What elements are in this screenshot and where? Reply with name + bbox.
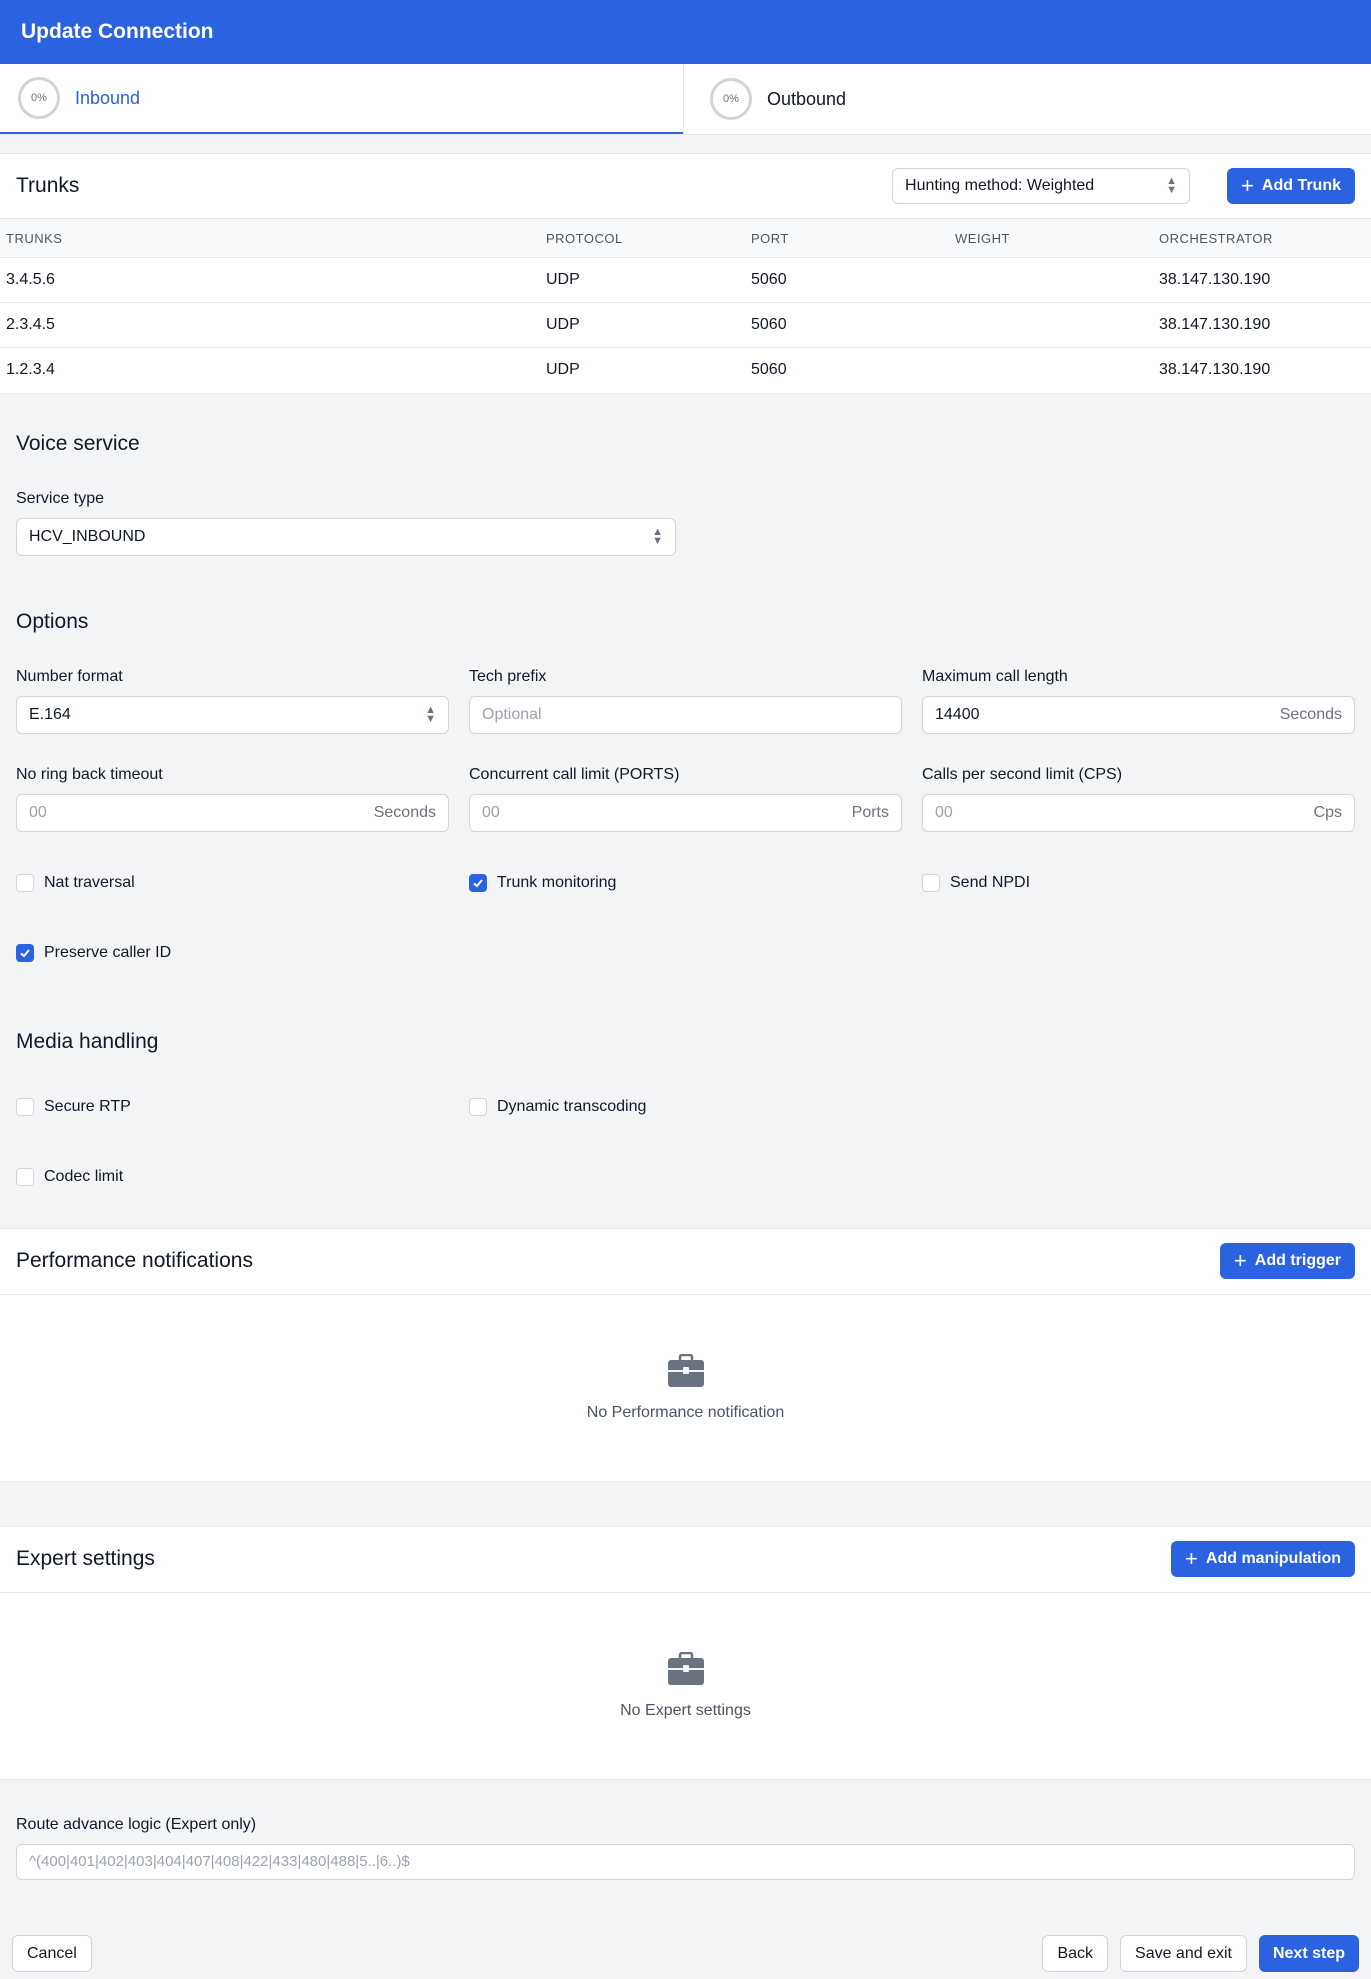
tech-prefix-input[interactable]: Optional [469,695,902,734]
dynamic-transcoding-checkbox[interactable]: Dynamic transcoding [469,1097,902,1116]
tab-label: Inbound [75,87,141,108]
concurrent-call-limit-label: Concurrent call limit (PORTS) [469,765,680,783]
number-format-label: Number format [16,667,123,685]
tech-prefix-label: Tech prefix [469,667,547,685]
tab-label: Outbound [767,88,847,109]
media-handling-title: Media handling [16,1029,159,1053]
chevron-updown-icon: ▲ ▼ [1166,175,1178,196]
trunks-title: Trunks [16,174,80,197]
checkbox-box[interactable] [469,1097,487,1116]
briefcase-icon [667,1353,704,1387]
empty-state: No Expert settings [0,1593,1371,1779]
save-and-exit-button[interactable]: Save and exit [1120,1935,1247,1972]
plus-icon: + [1185,1546,1198,1571]
empty-state-text: No Expert settings [620,1701,751,1719]
max-call-length-label: Maximum call length [922,667,1068,685]
performance-notifications-title: Performance notifications [16,1249,253,1272]
direction-tabs: 0% Inbound 0% Outbound [0,64,1371,135]
plus-icon: + [1241,173,1254,198]
trunks-table: TRUNKS PROTOCOL PORT WEIGHT ORCHESTRATOR… [0,218,1371,393]
secure-rtp-checkbox[interactable]: Secure RTP [16,1097,449,1116]
table-row[interactable]: 3.4.5.6 UDP 5060 38.147.130.190 [0,257,1371,303]
max-call-length-input[interactable]: 14400 Seconds [922,695,1355,734]
page-title: Update Connection [21,20,214,43]
add-trigger-button[interactable]: + Add trigger [1219,1243,1355,1279]
check-icon [20,948,30,957]
service-type-label: Service type [16,489,105,507]
cps-limit-label: Calls per second limit (CPS) [922,765,1123,783]
route-advance-input[interactable]: ^(400|401|402|403|404|407|408|422|433|48… [16,1843,1355,1880]
footer-actions: Cancel Back Save and exit Next step [0,1928,1371,1979]
expert-settings-card: Expert settings + Add manipulation No Ex… [0,1525,1371,1780]
trunks-card: Trunks Hunting method: Weighted ▲ ▼ + Add… [0,153,1371,394]
voice-service-section: Voice service Service type HCV_INBOUND ▲… [0,432,1371,556]
col-port: PORT [745,218,949,258]
checkbox-box[interactable] [16,1097,34,1116]
add-trunk-button[interactable]: + Add Trunk [1227,168,1355,204]
codec-limit-checkbox[interactable]: Codec limit [16,1167,1355,1186]
col-trunks: TRUNKS [0,218,540,258]
options-section: Options Number format E.164 ▲ ▼ Tech pref… [0,610,1371,962]
route-advance-label: Route advance logic (Expert only) [16,1815,257,1833]
next-step-button[interactable]: Next step [1258,1935,1359,1972]
voice-service-title: Voice service [16,431,140,455]
add-manipulation-button[interactable]: + Add manipulation [1171,1541,1355,1577]
empty-state: No Performance notification [0,1295,1371,1481]
back-button[interactable]: Back [1042,1935,1109,1972]
media-handling-section: Media handling Secure RTP Dynamic transc… [0,1030,1371,1186]
preserve-caller-id-checkbox[interactable]: Preserve caller ID [16,943,1355,962]
checkbox-box[interactable] [16,873,34,892]
col-weight: WEIGHT [949,218,1153,258]
tab-inbound[interactable]: 0% Inbound [0,64,683,134]
plus-icon: + [1233,1248,1247,1273]
cps-limit-input[interactable]: 00 Cps [922,793,1355,832]
table-row[interactable]: 1.2.3.4 UDP 5060 38.147.130.190 [0,348,1371,393]
tab-outbound[interactable]: 0% Outbound [683,64,1371,134]
service-type-select[interactable]: HCV_INBOUND ▲ ▼ [16,517,676,556]
checkbox-box[interactable] [469,873,487,892]
empty-state-text: No Performance notification [586,1403,785,1421]
performance-notifications-card: Performance notifications + Add trigger … [0,1227,1371,1482]
chevron-updown-icon: ▲ ▼ [425,703,436,725]
checkbox-box[interactable] [16,1167,34,1186]
progress-ring: 0% [710,78,752,120]
briefcase-icon [667,1651,704,1685]
number-format-select[interactable]: E.164 ▲ ▼ [16,695,449,734]
send-npdi-checkbox[interactable]: Send NPDI [922,873,1355,892]
checkbox-box[interactable] [16,943,34,962]
col-protocol: PROTOCOL [540,218,745,258]
route-advance-section: Route advance logic (Expert only) ^(400|… [0,1816,1371,1880]
progress-ring: 0% [18,77,60,119]
nat-traversal-checkbox[interactable]: Nat traversal [16,873,449,892]
check-icon [473,878,483,887]
app-header: Update Connection [0,0,1371,64]
table-row[interactable]: 2.3.4.5 UDP 5060 38.147.130.190 [0,302,1371,348]
options-title: Options [16,609,89,633]
checkbox-box[interactable] [922,873,940,892]
ring-back-timeout-input[interactable]: 00 Seconds [16,793,449,832]
concurrent-call-limit-input[interactable]: 00 Ports [469,793,902,832]
ring-back-timeout-label: No ring back timeout [16,765,163,783]
hunting-method-select[interactable]: Hunting method: Weighted ▲ ▼ [892,168,1191,204]
cancel-button[interactable]: Cancel [12,1935,92,1972]
expert-settings-title: Expert settings [16,1547,155,1570]
col-orchestrator: ORCHESTRATOR [1153,218,1371,258]
chevron-updown-icon: ▲ ▼ [652,525,663,547]
table-header-row: TRUNKS PROTOCOL PORT WEIGHT ORCHESTRATOR [0,218,1371,258]
trunk-monitoring-checkbox[interactable]: Trunk monitoring [469,873,902,892]
